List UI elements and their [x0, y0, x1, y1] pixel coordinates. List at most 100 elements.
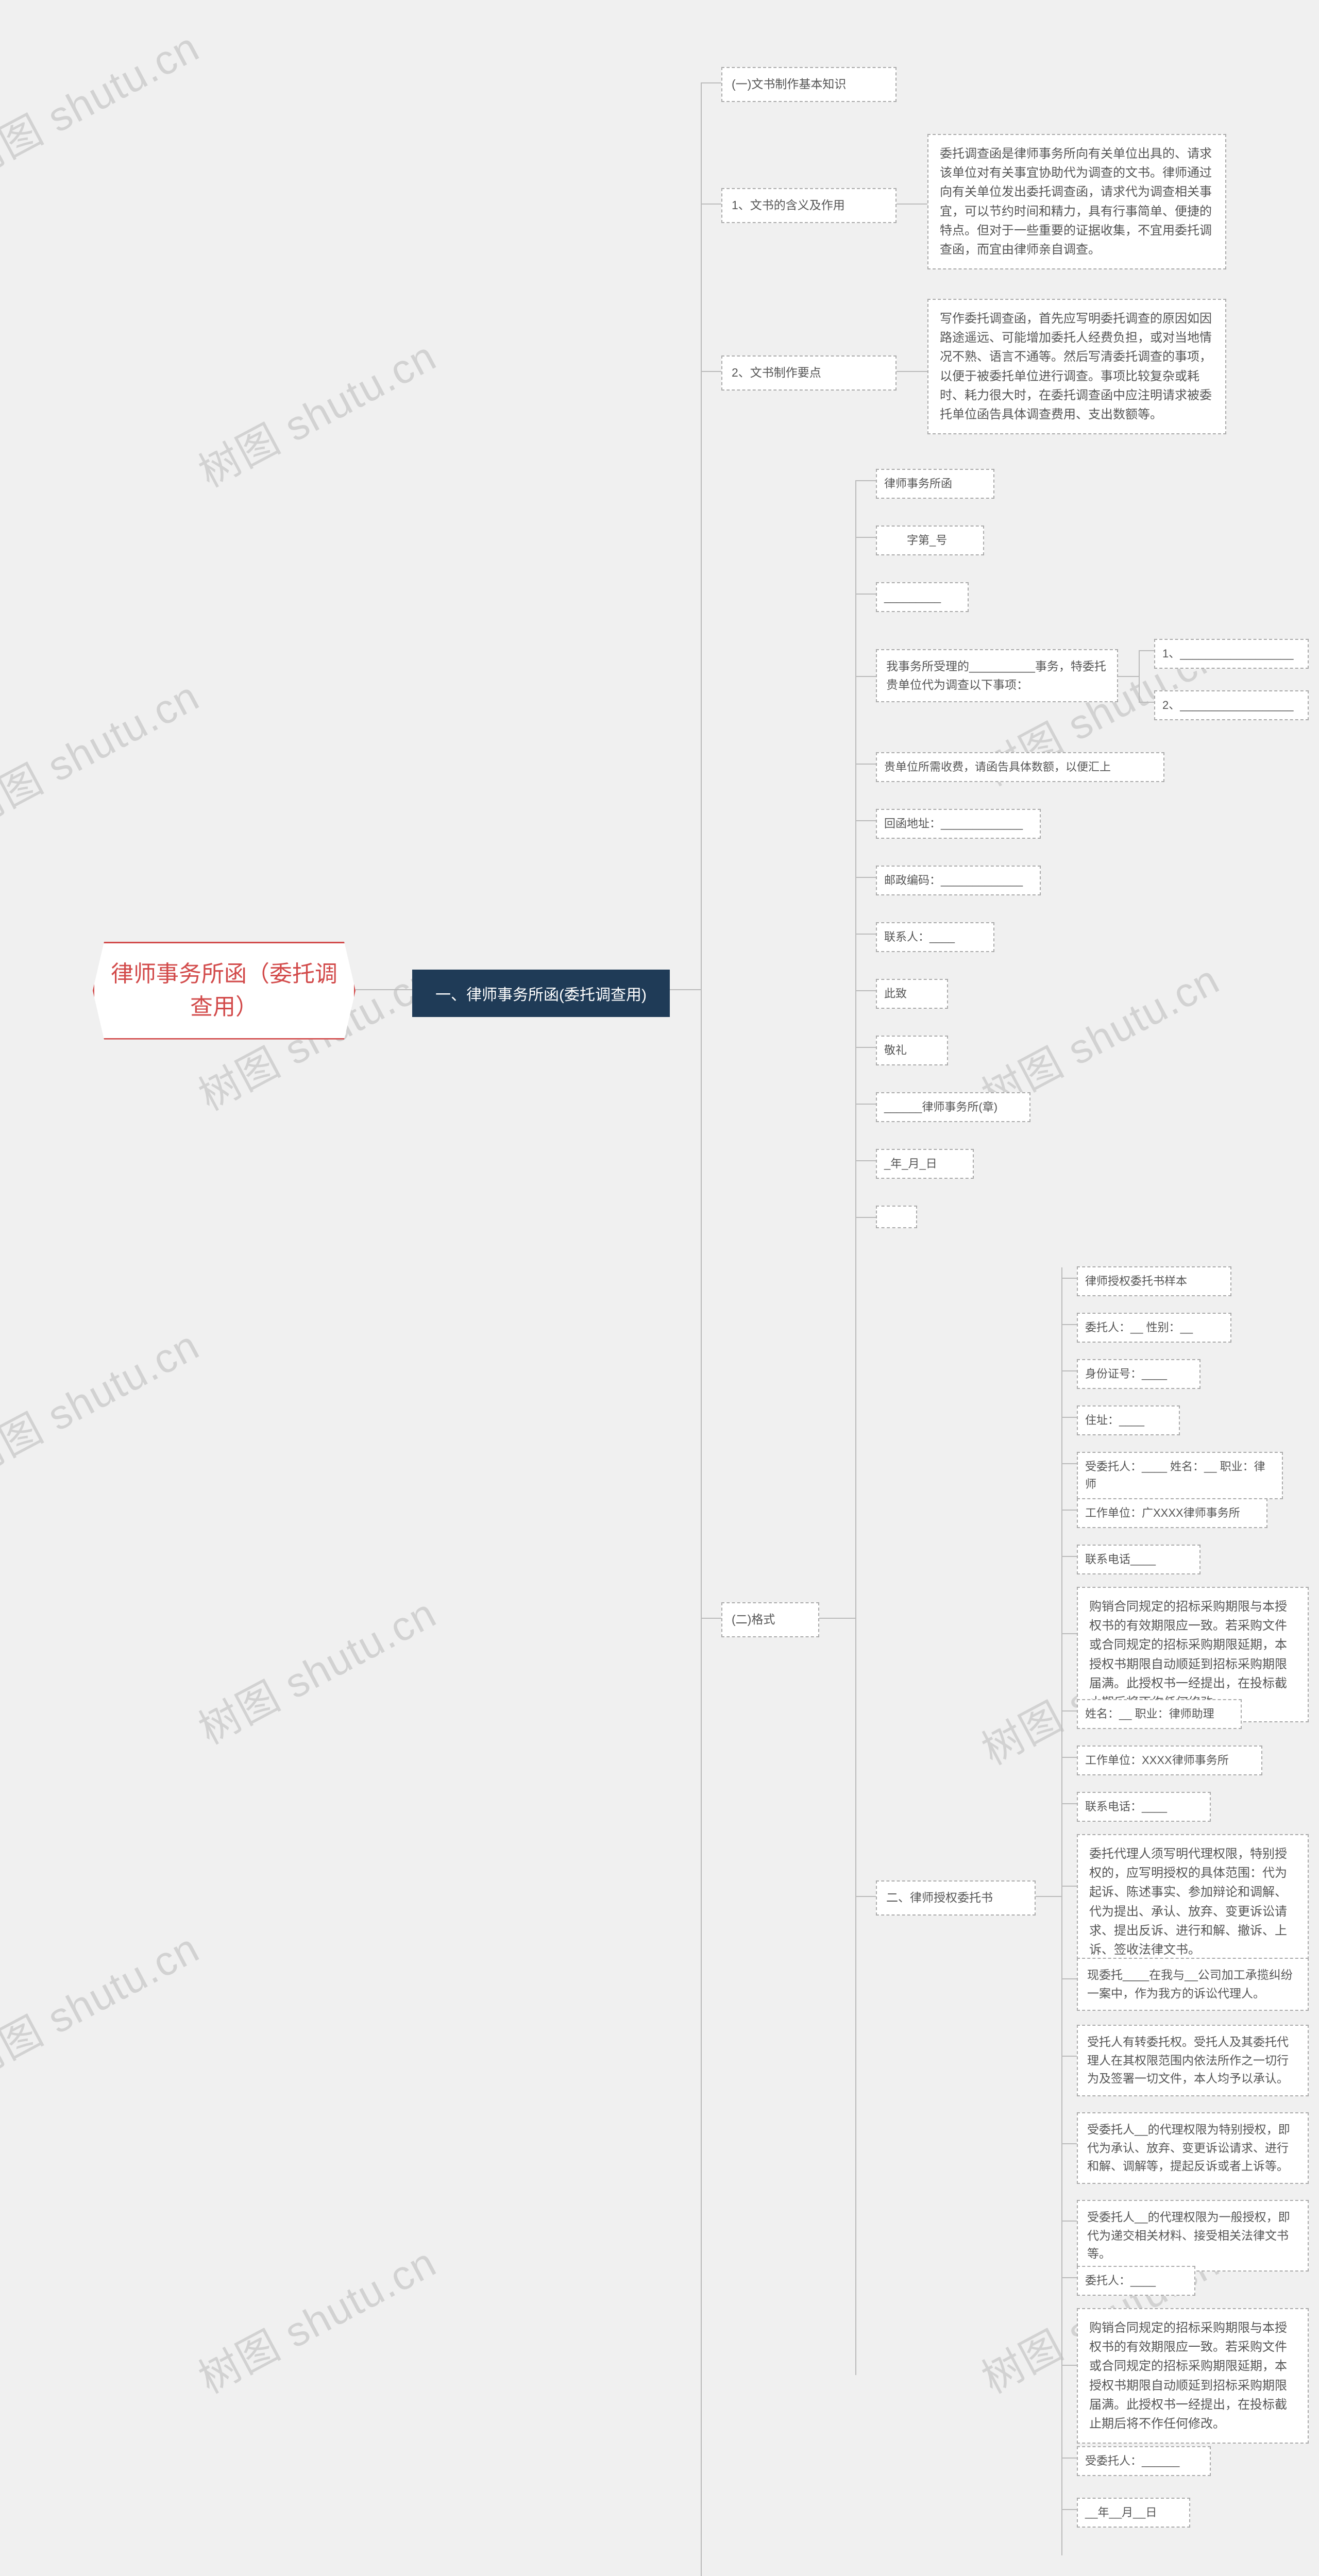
connector: [1061, 1633, 1077, 1634]
connector: [701, 82, 721, 83]
c6: 工作单位：广XXXX律师事务所: [1077, 1498, 1267, 1528]
connector: [1061, 2509, 1077, 2510]
connector: [1061, 2365, 1077, 2366]
watermark: 树图 shutu.cn: [0, 1916, 208, 2091]
connector: [1139, 650, 1154, 651]
c19: 受委托人：______: [1077, 2446, 1211, 2476]
connector: [1061, 1886, 1077, 1887]
section-a-sub2-label[interactable]: 2、文书制作要点: [721, 355, 897, 391]
level2-node[interactable]: 一、律师事务所函(委托调查用): [412, 970, 670, 1017]
connector: [1139, 702, 1154, 703]
connector: [1061, 1978, 1077, 1979]
connector: [1061, 1278, 1077, 1279]
section-a-sub1-body: 委托调查函是律师事务所向有关单位出具的、请求该单位对有关事宜协助代为调查的文书。…: [927, 134, 1226, 269]
connector: [701, 371, 721, 372]
b-n2: 字第_号: [876, 526, 984, 555]
b-n4: 我事务所受理的__________事务，特委托贵单位代为调查以下事项：: [876, 649, 1118, 702]
watermark: 树图 shutu.cn: [187, 1581, 445, 1756]
b-n7: 邮政编码：_____________: [876, 866, 1041, 895]
connector: [1061, 1757, 1077, 1758]
c11: 联系电话：____: [1077, 1792, 1211, 1822]
c10: 工作单位：XXXX律师事务所: [1077, 1745, 1262, 1775]
connector: [855, 820, 876, 821]
c14: 受托人有转委托权。受托人及其委托代理人在其权限范围内依法所作之一切行为及签署一切…: [1077, 2025, 1309, 2096]
connector: [701, 204, 721, 205]
connector: [1061, 2221, 1077, 2222]
connector: [819, 1618, 855, 1619]
connector: [1061, 1803, 1077, 1804]
connector: [855, 934, 876, 935]
c7: 联系电话____: [1077, 1545, 1200, 1574]
connector: [855, 990, 876, 991]
b-n5: 贵单位所需收费，请函告具体数额，以便汇上: [876, 752, 1164, 782]
b-n4b: 2、__________________: [1154, 690, 1309, 720]
connector: [1061, 1463, 1077, 1464]
connector: [855, 1896, 876, 1897]
connector: [1061, 1417, 1077, 1418]
c15: 受委托人__的代理权限为特别授权，即代为承认、放弃、变更诉讼请求、进行和解、调解…: [1077, 2112, 1309, 2184]
connector: [356, 989, 412, 990]
c3: 身份证号：____: [1077, 1359, 1200, 1389]
section-a-sub1-label[interactable]: 1、文书的含义及作用: [721, 188, 897, 223]
connector: [1061, 1267, 1062, 2555]
watermark: 树图 shutu.cn: [0, 1313, 208, 1488]
connector: [855, 764, 876, 765]
c17: 委托人：____: [1077, 2266, 1195, 2296]
connector: [1036, 1896, 1061, 1897]
watermark: 树图 shutu.cn: [0, 664, 208, 839]
b-n12: _年_月_日: [876, 1149, 974, 1179]
section-b-title[interactable]: (二)格式: [721, 1602, 819, 1637]
b-n11: ______律师事务所(章): [876, 1092, 1030, 1122]
connector: [855, 1217, 876, 1218]
b-n4a: 1、__________________: [1154, 639, 1309, 669]
b-n1: 律师事务所函: [876, 469, 994, 499]
connector: [897, 204, 927, 205]
connector: [1139, 650, 1140, 702]
c4: 住址：____: [1077, 1405, 1180, 1435]
connector: [1061, 1324, 1077, 1325]
connector: [670, 989, 701, 990]
connector: [855, 537, 876, 538]
section-a-sub2-body: 写作委托调查函，首先应写明委托调查的原因如因路途遥远、可能增加委托人经费负担，或…: [927, 299, 1226, 434]
b-n8: 联系人：____: [876, 922, 994, 952]
c1: 律师授权委托书样本: [1077, 1266, 1231, 1296]
connector: [1061, 2143, 1077, 2144]
root-node[interactable]: 律师事务所函（委托调查用）: [93, 942, 356, 1040]
watermark: 树图 shutu.cn: [187, 2230, 445, 2405]
connector: [855, 1104, 876, 1105]
connector: [855, 594, 876, 595]
connector: [1061, 1510, 1077, 1511]
c18: 购销合同规定的招标采购期限与本授权书的有效期限应一致。若采购文件或合同规定的招标…: [1077, 2308, 1309, 2444]
connector: [1061, 2458, 1077, 2459]
connector: [855, 1160, 876, 1161]
section-a-title[interactable]: (一)文书制作基本知识: [721, 67, 897, 102]
connector: [1061, 2056, 1077, 2057]
connector: [701, 82, 702, 2576]
connector: [855, 1047, 876, 1048]
b-n13: [876, 1206, 917, 1228]
b-n6: 回函地址：_____________: [876, 809, 1041, 839]
connector: [1061, 1556, 1077, 1557]
connector: [897, 371, 927, 372]
b-n9: 此致: [876, 979, 948, 1009]
connector: [1061, 1710, 1077, 1711]
watermark: 树图 shutu.cn: [187, 324, 445, 499]
connector: [855, 480, 876, 481]
connector: [855, 676, 876, 677]
connector: [1118, 676, 1139, 677]
connector: [1061, 2277, 1077, 2278]
connector: [701, 1618, 721, 1619]
c5: 受委托人：____ 姓名：__ 职业：律师: [1077, 1452, 1283, 1499]
c13: 现委托____在我与__公司加工承揽纠纷一案中，作为我方的诉讼代理人。: [1077, 1958, 1309, 2011]
watermark: 树图 shutu.cn: [0, 14, 208, 190]
b-n3: _________: [876, 582, 969, 612]
c16: 受委托人__的代理权限为一般授权，即代为递交相关材料、接受相关法律文书等。: [1077, 2200, 1309, 2272]
c9: 姓名：__ 职业：律师助理: [1077, 1699, 1242, 1729]
b-n10: 敬礼: [876, 1036, 948, 1065]
c12: 委托代理人须写明代理权限，特别授权的，应写明授权的具体范围：代为起诉、陈述事实、…: [1077, 1834, 1309, 1970]
c2: 委托人：__ 性别：__: [1077, 1313, 1231, 1343]
connector: [855, 877, 876, 878]
section-c-title[interactable]: 二、律师授权委托书: [876, 1880, 1036, 1916]
watermark: 树图 shutu.cn: [0, 2554, 208, 2576]
connector: [1061, 1370, 1077, 1371]
